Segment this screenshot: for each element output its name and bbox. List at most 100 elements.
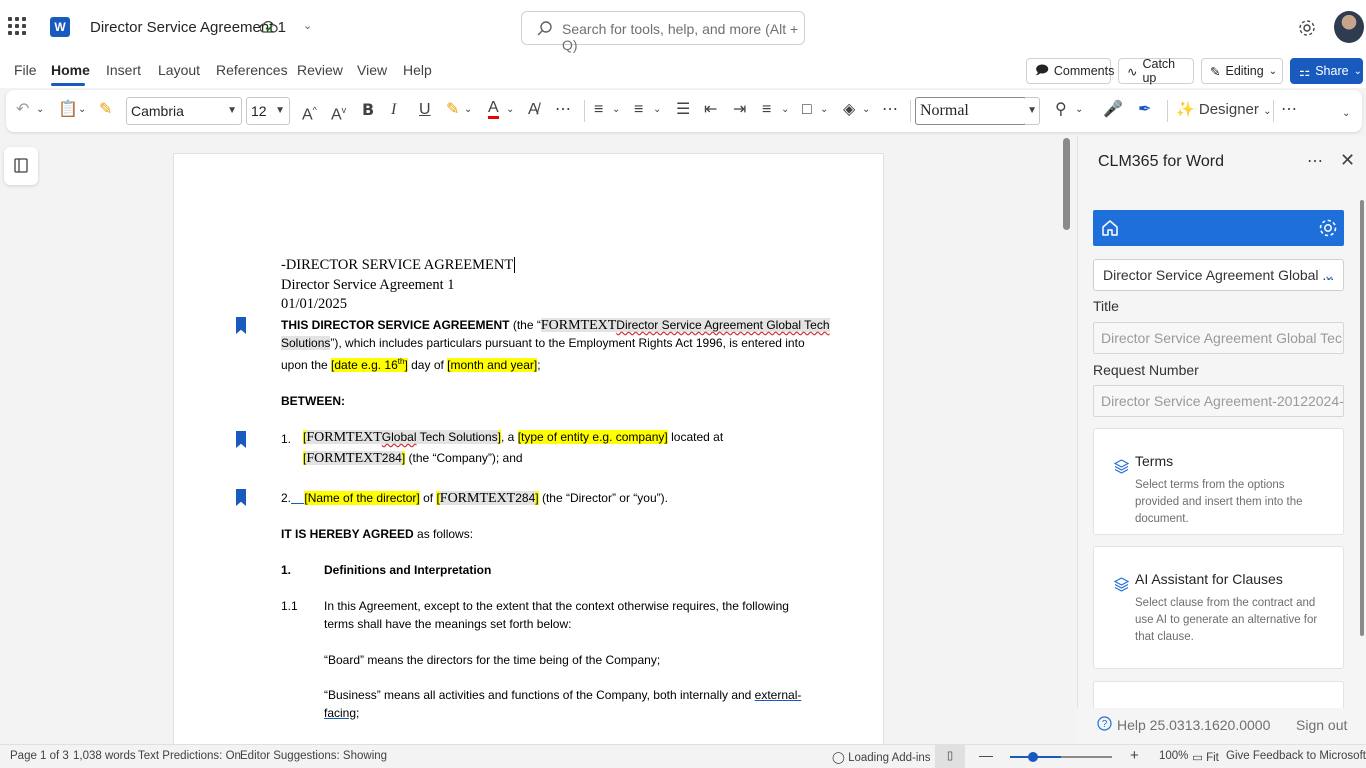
editor-suggestions-status[interactable]: Editor Suggestions: Showing [240,750,387,762]
numbering-icon[interactable]: ≡ [634,100,643,120]
help-version-link[interactable]: Help 25.0313.1620.0000 [1117,717,1270,733]
terms-card-description: Select terms from the options provided a… [1135,479,1303,525]
cloud-saved-icon[interactable] [260,19,278,35]
share-button[interactable]: ⚏ Share ⌄ [1290,58,1363,84]
sign-out-link[interactable]: Sign out [1296,717,1347,733]
app-launcher-icon[interactable] [8,17,26,35]
pane-more-options-icon[interactable]: ⋯ [1307,151,1324,171]
chevron-down-icon[interactable]: ⌄ [303,19,312,32]
paste-clipboard-icon[interactable]: 📋 [58,100,78,120]
fit-label: Fit [1206,752,1219,764]
ai-assistant-card[interactable]: AI Assistant for Clauses Select clause f… [1093,546,1344,669]
chevron-down-icon[interactable]: ⌄ [36,100,44,120]
italic-icon[interactable]: I [391,100,396,120]
document-scrollbar[interactable] [1063,138,1070,230]
highlight-color-icon[interactable]: ✎ [446,100,459,120]
document-page[interactable]: -DIRECTOR SERVICE AGREEMENT Director Ser… [173,153,884,753]
word-count[interactable]: 1,038 words [73,750,136,762]
font-family-select[interactable]: Cambria ▼ [126,97,242,125]
pane-scrollbar[interactable] [1360,200,1364,636]
document-title[interactable]: Director Service Agreement 1 [90,19,286,36]
editing-label: Editing [1225,64,1264,78]
page-view-icon[interactable]: ▯ [935,745,965,768]
zoom-slider[interactable] [1010,752,1112,762]
font-size-select[interactable]: 12 ▼ [246,97,290,125]
menu-review[interactable]: Review [297,62,343,78]
menu-layout[interactable]: Layout [158,62,200,78]
zoom-out-icon[interactable]: — [979,747,993,763]
feedback-link[interactable]: Give Feedback to Microsoft [1226,750,1366,762]
shrink-font-icon[interactable]: Av [331,100,346,125]
terms-card[interactable]: Terms Select terms from the options prov… [1093,428,1344,535]
shading-icon[interactable]: ◈ [843,100,855,120]
help-icon[interactable]: ? [1097,716,1112,731]
undo-icon[interactable]: ↶ [16,100,29,120]
comment-icon: 🗩 [1035,62,1049,77]
bullets-icon[interactable]: ≡ [594,100,603,120]
text-predictions-status[interactable]: Text Predictions: On [138,750,241,762]
menu-bar: File Home Insert Layout References Revie… [0,56,1366,88]
designer-button[interactable]: ✨ Designer ⌄ [1176,100,1271,122]
chevron-down-icon[interactable]: ⌄ [820,100,828,120]
chevron-down-icon[interactable]: ⌄ [506,100,514,120]
style-dropdown-button[interactable]: ▼ [1024,97,1040,125]
borders-icon[interactable]: □ [802,100,812,120]
zoom-in-icon[interactable]: + [1130,747,1139,764]
align-icon[interactable]: ≡ [762,100,771,120]
chevron-down-icon[interactable]: ⌄ [781,100,789,120]
zoom-slider-thumb[interactable] [1028,752,1038,762]
catch-up-button[interactable]: ∿ Catch up [1118,57,1194,85]
increase-indent-icon[interactable]: ⇥ [733,100,746,120]
fit-button[interactable]: ▭ Fit [1192,750,1219,764]
chevron-down-icon[interactable]: ⌄ [612,100,620,120]
menu-home[interactable]: Home [51,62,90,78]
user-avatar[interactable] [1334,11,1364,43]
menu-insert[interactable]: Insert [106,62,141,78]
agreement-dropdown[interactable]: Director Service Agreement Global ... ⌄ [1093,259,1344,291]
menu-view[interactable]: View [357,62,387,78]
checklist-icon[interactable]: ☰ [676,100,690,120]
definition-business-line2: facing; [324,706,360,720]
chevron-down-icon[interactable]: ⌄ [464,100,472,120]
pane-close-icon[interactable]: ✕ [1340,150,1355,171]
find-icon[interactable]: ⚲ [1055,100,1067,120]
request-number-field[interactable]: Director Service Agreement-20122024-1... [1093,385,1344,417]
menu-references[interactable]: References [216,62,288,78]
settings-gear-icon[interactable] [1297,18,1317,38]
underline-icon[interactable]: U [419,100,431,120]
font-color-icon[interactable]: A [488,100,499,119]
chevron-down-icon[interactable]: ⌄ [1075,100,1083,120]
bookmark-icon[interactable] [236,489,246,506]
section11-line2: terms shall have the meanings set forth … [324,617,572,631]
dictate-microphone-icon[interactable]: 🎤 [1103,100,1123,120]
grow-font-icon[interactable]: A^ [302,100,317,125]
chevron-down-icon[interactable]: ⌄ [78,100,86,120]
style-select[interactable]: Normal [915,97,1027,125]
comments-button[interactable]: 🗩 Comments [1026,58,1114,84]
more-font-options-icon[interactable]: ⋯ [555,100,572,120]
bookmark-icon[interactable] [236,431,246,448]
zoom-level[interactable]: 100% [1159,750,1188,762]
request-number-label: Request Number [1093,362,1199,378]
editor-icon[interactable]: ✒ [1138,100,1151,120]
navigation-pane-button[interactable] [4,147,38,185]
decrease-indent-icon[interactable]: ⇤ [704,100,717,120]
settings-gear-icon[interactable] [1317,217,1339,239]
editing-mode-button[interactable]: ✎ Editing ⌄ [1201,58,1283,84]
bookmark-icon[interactable] [236,317,246,334]
more-options-icon[interactable]: ⋯ [1281,100,1298,120]
menu-file[interactable]: File [14,62,37,78]
clear-formatting-icon[interactable]: A̸ [528,100,539,120]
menu-help[interactable]: Help [403,62,432,78]
page-count[interactable]: Page 1 of 3 [10,750,69,762]
expand-ribbon-chevron-icon[interactable]: ⌄ [1342,104,1350,124]
title-field[interactable]: Director Service Agreement Global Tech .… [1093,322,1344,354]
next-card-partial[interactable] [1093,681,1344,711]
format-painter-icon[interactable]: ✎ [99,100,112,120]
chevron-down-icon[interactable]: ⌄ [653,100,661,120]
bold-icon[interactable]: B [362,100,374,120]
more-paragraph-options-icon[interactable]: ⋯ [882,100,899,120]
home-icon[interactable] [1100,218,1120,238]
search-box[interactable]: Search for tools, help, and more (Alt + … [521,11,805,53]
chevron-down-icon[interactable]: ⌄ [862,100,870,120]
